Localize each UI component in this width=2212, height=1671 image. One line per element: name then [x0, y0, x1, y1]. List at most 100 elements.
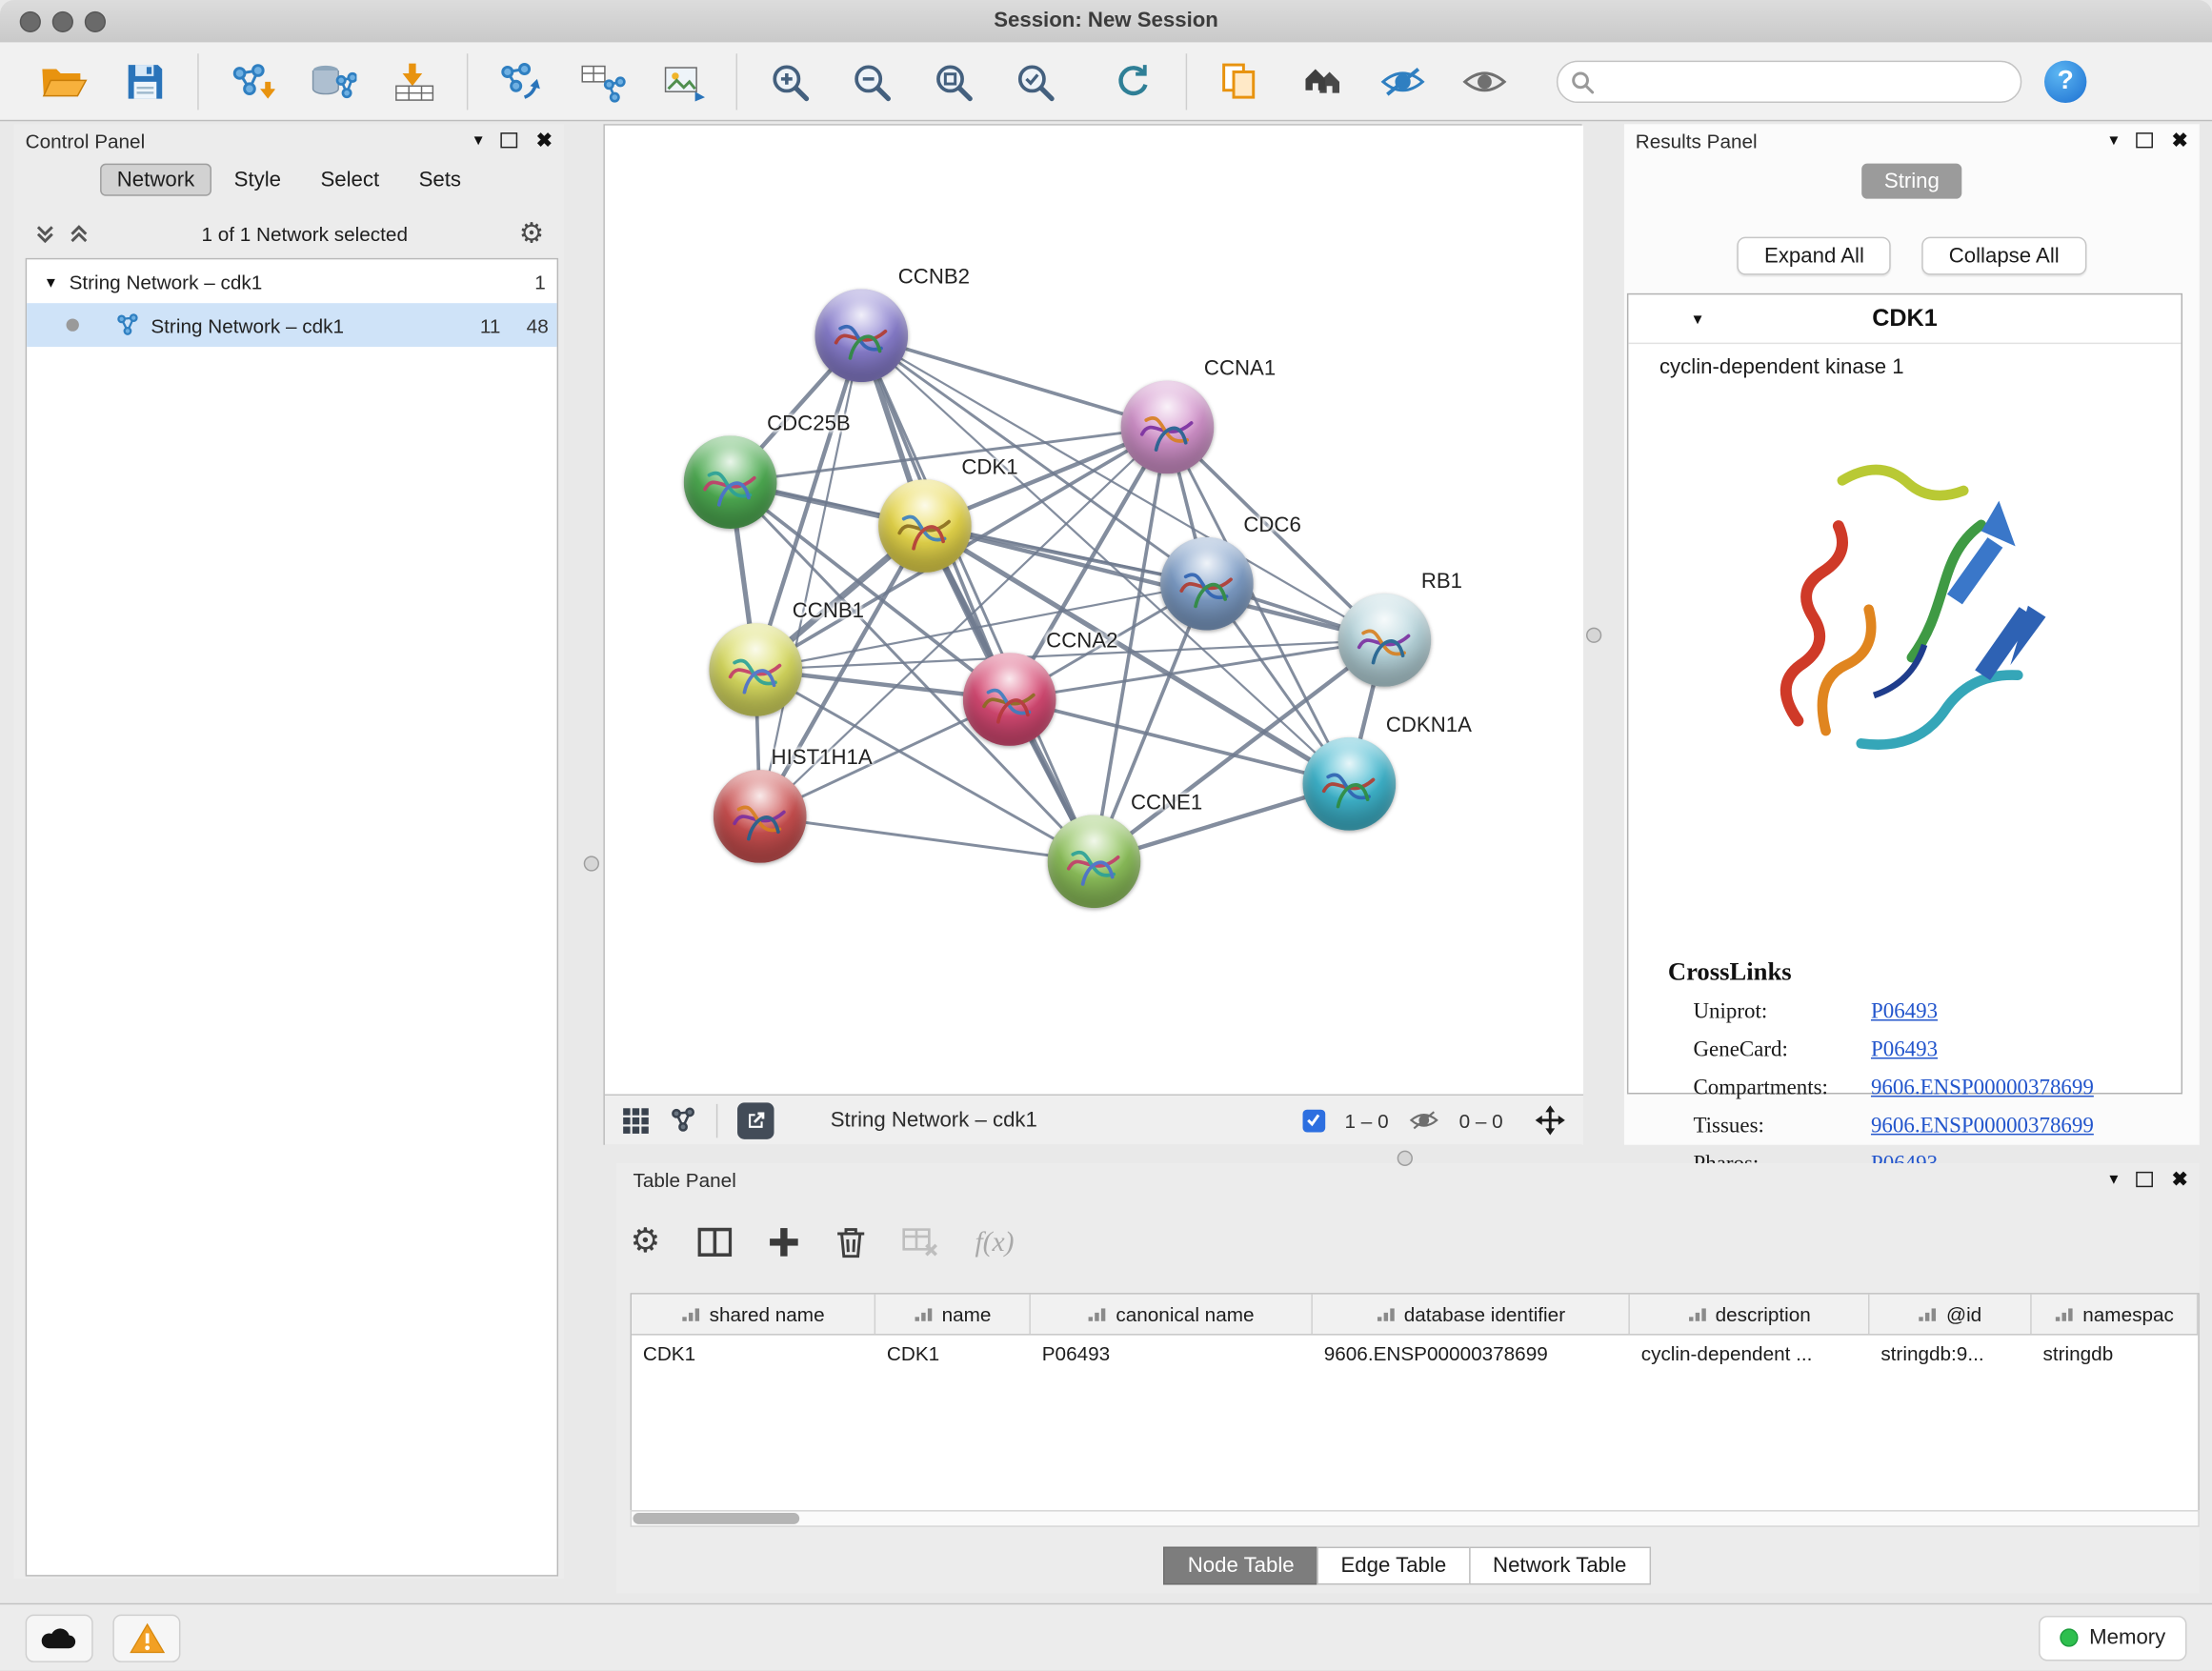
column-header-shared-name[interactable]: shared name — [632, 1295, 875, 1334]
tab-network-table[interactable]: Network Table — [1469, 1547, 1651, 1585]
column-header-name[interactable]: name — [875, 1295, 1031, 1334]
vertical-splitter-handle[interactable] — [1586, 628, 1601, 643]
table-panel-close-icon[interactable]: ✖ — [2172, 1169, 2188, 1189]
home-icon[interactable] — [1295, 54, 1348, 108]
control-panel-collapse-icon[interactable]: ▾ — [474, 130, 483, 150]
refresh-layout-icon[interactable] — [1107, 54, 1160, 108]
node-label-RB1: RB1 — [1421, 570, 1462, 594]
gene-header[interactable]: ▾ CDK1 — [1628, 294, 2181, 344]
import-network-database-icon[interactable] — [306, 54, 359, 108]
node-CCNA2[interactable] — [963, 653, 1056, 746]
control-panel-float-icon[interactable] — [501, 131, 518, 147]
tab-edge-table[interactable]: Edge Table — [1317, 1547, 1470, 1585]
expand-all-button[interactable]: Expand All — [1738, 237, 1891, 275]
vertical-splitter-handle[interactable] — [584, 856, 599, 871]
control-panel: Control Panel ▾ ✖ NetworkStyleSelectSets… — [14, 124, 564, 1579]
crosslink-value[interactable]: P06493 — [1871, 999, 1938, 1025]
table-row[interactable]: CDK1CDK1P064939606.ENSP00000378699cyclin… — [632, 1336, 2198, 1375]
column-header-canonical-name[interactable]: canonical name — [1031, 1295, 1313, 1334]
memory-button[interactable]: Memory — [2039, 1615, 2187, 1660]
network-canvas[interactable]: CCNB2CCNA1CDC25BCDK1CDC6RB1CCNB1CCNA2CDK… — [605, 126, 1583, 1095]
table-panel-collapse-icon[interactable]: ▾ — [2109, 1169, 2118, 1189]
collection-disclosure-icon[interactable]: ▾ — [47, 272, 55, 292]
zoom-window-button[interactable] — [85, 11, 106, 32]
close-window-button[interactable] — [20, 11, 41, 32]
grid-view-icon[interactable] — [622, 1106, 651, 1135]
tab-select[interactable]: Select — [304, 164, 396, 196]
show-all-eye-icon[interactable] — [1458, 54, 1511, 108]
zoom-fit-icon[interactable] — [926, 54, 979, 108]
tab-style[interactable]: Style — [217, 164, 298, 196]
node-CCNB2[interactable] — [814, 289, 908, 382]
tab-node-table[interactable]: Node Table — [1164, 1547, 1318, 1585]
gene-disclosure-icon[interactable]: ▾ — [1693, 309, 1701, 329]
node-HIST1H1A[interactable] — [714, 770, 807, 863]
edge-CCNB2-CCNE1[interactable] — [861, 335, 1094, 861]
network-row[interactable]: String Network – cdk1 11 48 — [27, 303, 556, 347]
new-network-selection-icon[interactable] — [493, 54, 547, 108]
selected-checkbox-icon[interactable] — [1302, 1109, 1325, 1132]
open-folder-icon[interactable] — [36, 54, 90, 108]
control-panel-close-icon[interactable]: ✖ — [536, 130, 553, 150]
tab-sets[interactable]: Sets — [402, 164, 478, 196]
detach-view-button[interactable] — [737, 1102, 774, 1138]
collapse-all-chevrons-icon[interactable] — [68, 223, 90, 246]
edge-HIST1H1A-CCNE1[interactable] — [760, 816, 1095, 861]
node-CCNA1[interactable] — [1121, 381, 1215, 474]
column-header-namespac[interactable]: namespac — [2032, 1295, 2199, 1334]
export-image-icon[interactable] — [657, 54, 711, 108]
table-panel-float-icon[interactable] — [2137, 1171, 2154, 1186]
zoom-out-icon[interactable] — [845, 54, 898, 108]
node-CDKN1A[interactable] — [1303, 737, 1397, 831]
network-overview-icon[interactable] — [670, 1107, 696, 1134]
node-CDK1[interactable] — [878, 479, 972, 573]
table-horizontal-scrollbar[interactable] — [631, 1510, 2200, 1527]
show-columns-icon[interactable] — [697, 1227, 732, 1258]
expand-all-chevrons-icon[interactable] — [34, 223, 57, 246]
crosslink-row: Compartments:9606.ENSP00000378699 — [1693, 1076, 2158, 1101]
search-input[interactable] — [1557, 60, 2021, 102]
edge-CCNB2-HIST1H1A[interactable] — [760, 335, 862, 816]
hidden-eye-icon[interactable] — [1408, 1108, 1439, 1132]
crosslink-value[interactable]: P06493 — [1871, 1037, 1938, 1063]
horizontal-splitter-handle[interactable] — [1398, 1151, 1413, 1166]
node-CCNE1[interactable] — [1048, 815, 1141, 908]
save-session-icon[interactable] — [118, 54, 171, 108]
node-CDC6[interactable] — [1160, 537, 1254, 631]
collapse-all-button[interactable]: Collapse All — [1922, 237, 2086, 275]
title-bar: Session: New Session — [0, 0, 2212, 44]
import-table-icon[interactable] — [388, 54, 441, 108]
node-CCNB1[interactable] — [709, 623, 802, 716]
crosslink-value[interactable]: 9606.ENSP00000378699 — [1871, 1114, 2094, 1139]
import-network-file-icon[interactable] — [224, 54, 277, 108]
column-header-@id[interactable]: @id — [1869, 1295, 2031, 1334]
zoom-in-icon[interactable] — [763, 54, 816, 108]
tab-string[interactable]: String — [1861, 164, 1961, 199]
tab-network[interactable]: Network — [100, 164, 211, 196]
node-RB1[interactable] — [1338, 594, 1432, 687]
add-column-icon[interactable] — [768, 1227, 799, 1258]
copy-document-icon[interactable] — [1213, 54, 1266, 108]
hide-selected-eye-icon[interactable] — [1376, 54, 1429, 108]
table-settings-gear-icon[interactable]: ⚙ — [631, 1228, 661, 1257]
scrollbar-thumb[interactable] — [633, 1513, 800, 1524]
minimize-window-button[interactable] — [52, 11, 73, 32]
clone-network-icon[interactable] — [575, 54, 629, 108]
warnings-button[interactable] — [112, 1614, 180, 1661]
results-panel-collapse-icon[interactable]: ▾ — [2109, 130, 2118, 150]
node-CDC25B[interactable] — [684, 435, 777, 529]
crosslink-value[interactable]: 9606.ENSP00000378699 — [1871, 1076, 2094, 1101]
results-panel-close-icon[interactable]: ✖ — [2172, 130, 2188, 150]
edge-CDK1-RB1[interactable] — [925, 526, 1384, 640]
results-panel-float-icon[interactable] — [2137, 131, 2154, 147]
help-icon[interactable]: ? — [2044, 60, 2086, 102]
pan-move-icon[interactable] — [1534, 1104, 1566, 1137]
network-collection-row[interactable]: ▾ String Network – cdk1 1 — [27, 259, 556, 303]
column-header-database-identifier[interactable]: database identifier — [1313, 1295, 1630, 1334]
zoom-selected-icon[interactable] — [1008, 54, 1061, 108]
network-options-gear-icon[interactable]: ⚙ — [519, 220, 545, 249]
cloud-status-button[interactable] — [26, 1614, 93, 1661]
column-header-description[interactable]: description — [1630, 1295, 1870, 1334]
node-label-CCNA2: CCNA2 — [1046, 629, 1117, 653]
delete-column-trash-icon[interactable] — [835, 1226, 865, 1258]
